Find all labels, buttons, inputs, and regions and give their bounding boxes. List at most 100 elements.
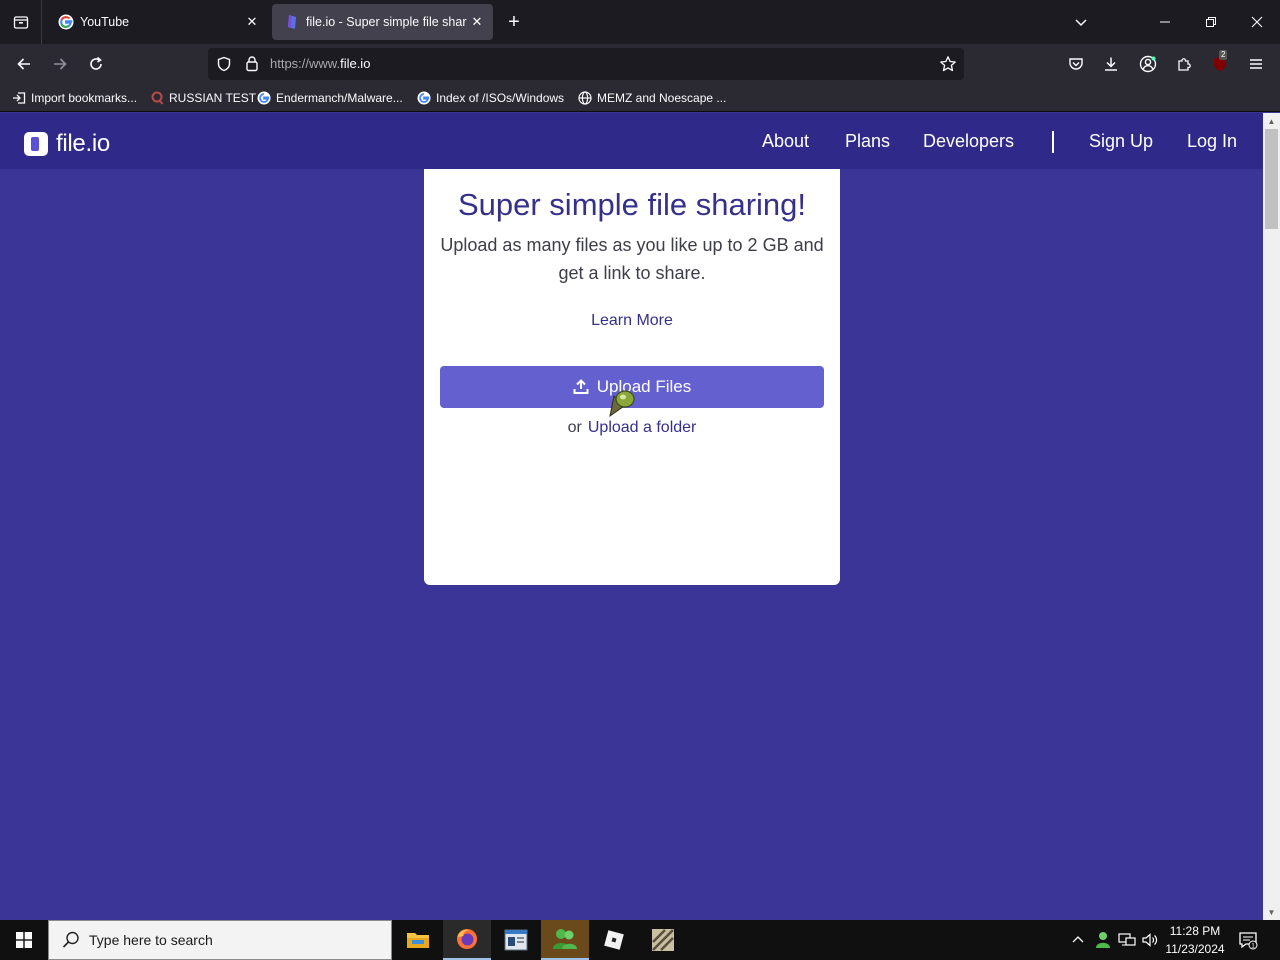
google-icon <box>417 91 431 105</box>
fileio-logo-icon <box>24 132 48 156</box>
upload-folder-row: or Upload a folder <box>424 419 840 437</box>
shield-icon[interactable] <box>216 56 232 72</box>
start-button[interactable] <box>0 920 48 960</box>
extensions-button[interactable] <box>1170 50 1198 78</box>
search-bookmark-icon <box>151 91 164 105</box>
page-scrollbar[interactable]: ▲ ▼ <box>1263 113 1280 920</box>
site-header: file.io About Plans Developers Sign Up L… <box>0 113 1263 169</box>
restore-button[interactable] <box>1188 0 1234 44</box>
tray-network[interactable] <box>1116 920 1138 960</box>
bookmark-memz[interactable]: MEMZ and Noescape ... <box>578 89 726 107</box>
extension-badge: 2 <box>1219 50 1228 60</box>
url-scheme: https://www. <box>270 56 341 71</box>
account-icon <box>1139 55 1157 73</box>
striped-app-icon <box>652 929 674 951</box>
clock-time: 11:28 PM <box>1169 924 1221 938</box>
tray-messenger[interactable] <box>1092 920 1114 960</box>
taskbar-firefox[interactable] <box>443 920 491 960</box>
clock-date: 11/23/2024 <box>1165 942 1225 956</box>
scrollbar-thumb[interactable] <box>1265 129 1278 229</box>
arrow-left-icon <box>17 58 30 70</box>
bookmark-label: Index of /ISOs/Windows <box>436 91 565 105</box>
taskbar-roblox[interactable] <box>590 920 638 960</box>
url-host: file.io <box>340 56 371 71</box>
bookmark-label: RUSSIAN TEST <box>169 91 257 105</box>
taskbar-search-box[interactable]: Type here to search <box>48 920 392 960</box>
or-text: or <box>567 419 582 436</box>
action-center-button[interactable]: 1 <box>1234 920 1262 960</box>
url-text[interactable]: https://www.file.io <box>270 56 370 71</box>
search-icon <box>62 931 79 948</box>
taskbar-app-misc[interactable] <box>639 920 687 960</box>
google-icon <box>58 14 74 30</box>
list-all-tabs-button[interactable] <box>0 0 42 44</box>
learn-more-link[interactable]: Learn More <box>424 312 840 330</box>
app-window-icon <box>504 929 528 951</box>
globe-icon <box>578 91 592 105</box>
volume-icon <box>1142 933 1158 947</box>
google-icon <box>257 91 271 105</box>
download-icon <box>1105 57 1117 71</box>
tray-volume[interactable] <box>1140 920 1160 960</box>
close-tab-icon[interactable]: ✕ <box>242 12 262 32</box>
account-button[interactable] <box>1134 50 1162 78</box>
downloads-button[interactable] <box>1097 50 1125 78</box>
tab-youtube[interactable]: YouTube ✕ <box>46 4 268 40</box>
chevron-up-icon <box>1072 936 1084 943</box>
nav-about[interactable]: About <box>762 131 809 152</box>
minimize-button[interactable] <box>1142 0 1188 44</box>
folder-icon <box>407 933 429 948</box>
nav-developers[interactable]: Developers <box>923 131 1014 152</box>
lock-icon[interactable] <box>244 55 260 72</box>
bookmark-endermanch[interactable]: Endermanch/Malware... <box>257 89 403 107</box>
puzzle-icon <box>1178 58 1191 71</box>
taskbar-messenger[interactable] <box>541 920 589 960</box>
tab-fileio[interactable]: file.io - Super simple file sharing ✕ <box>272 4 493 40</box>
bookmark-import[interactable]: Import bookmarks... <box>12 89 137 107</box>
new-tab-button[interactable]: + <box>502 10 526 34</box>
firefox-icon <box>457 929 477 949</box>
address-bar[interactable]: https://www.file.io <box>208 48 964 80</box>
taskbar-app-window[interactable] <box>492 920 540 960</box>
reload-icon <box>90 56 102 70</box>
reload-button[interactable] <box>82 50 110 78</box>
scroll-up-arrow-icon[interactable]: ▲ <box>1263 113 1280 129</box>
tab-title: file.io - Super simple file sharing <box>306 15 467 29</box>
nav-log-in[interactable]: Log In <box>1187 131 1237 152</box>
bookmark-label: MEMZ and Noescape ... <box>597 91 727 105</box>
upload-folder-link[interactable]: Upload a folder <box>588 419 697 436</box>
minimize-icon <box>1160 21 1170 23</box>
close-window-button[interactable] <box>1234 0 1280 44</box>
fileio-favicon-icon <box>288 15 296 29</box>
restore-icon <box>1206 17 1216 27</box>
app-menu-button[interactable] <box>1242 50 1270 78</box>
tab-list-dropdown-button[interactable] <box>1058 0 1104 44</box>
tab-bar: YouTube ✕ file.io - Super simple file sh… <box>0 0 1280 44</box>
bookmark-russian-test[interactable]: RUSSIAN TEST <box>150 89 256 107</box>
site-logo[interactable]: file.io <box>24 130 110 158</box>
chevron-down-icon <box>1075 19 1087 27</box>
scroll-down-arrow-icon[interactable]: ▼ <box>1263 904 1280 920</box>
close-tab-icon[interactable]: ✕ <box>467 12 487 32</box>
pocket-button[interactable] <box>1062 50 1090 78</box>
taskbar-clock[interactable]: 11:28 PM 11/23/2024 <box>1158 922 1232 958</box>
upload-icon <box>573 379 589 394</box>
network-icon <box>1118 933 1136 946</box>
messenger-tray-icon <box>1096 932 1110 948</box>
nav-plans[interactable]: Plans <box>845 131 890 152</box>
show-hidden-icons-button[interactable] <box>1068 920 1088 960</box>
messenger-buddies-icon <box>553 929 577 949</box>
nav-divider <box>1052 131 1054 153</box>
bookmark-index-isos[interactable]: Index of /ISOs/Windows <box>417 89 564 107</box>
forward-button[interactable] <box>46 50 74 78</box>
star-icon[interactable] <box>939 55 957 73</box>
ublock-origin-button[interactable]: 2 <box>1206 50 1234 78</box>
nav-sign-up[interactable]: Sign Up <box>1089 131 1153 152</box>
arrow-right-icon <box>54 58 67 70</box>
hamburger-menu-icon <box>1250 59 1262 69</box>
navigation-toolbar: https://www.file.io 2 <box>0 44 1280 84</box>
taskbar-file-explorer[interactable] <box>394 920 442 960</box>
web-page: file.io About Plans Developers Sign Up L… <box>0 113 1263 920</box>
search-placeholder: Type here to search <box>89 932 213 948</box>
back-button[interactable] <box>10 50 38 78</box>
